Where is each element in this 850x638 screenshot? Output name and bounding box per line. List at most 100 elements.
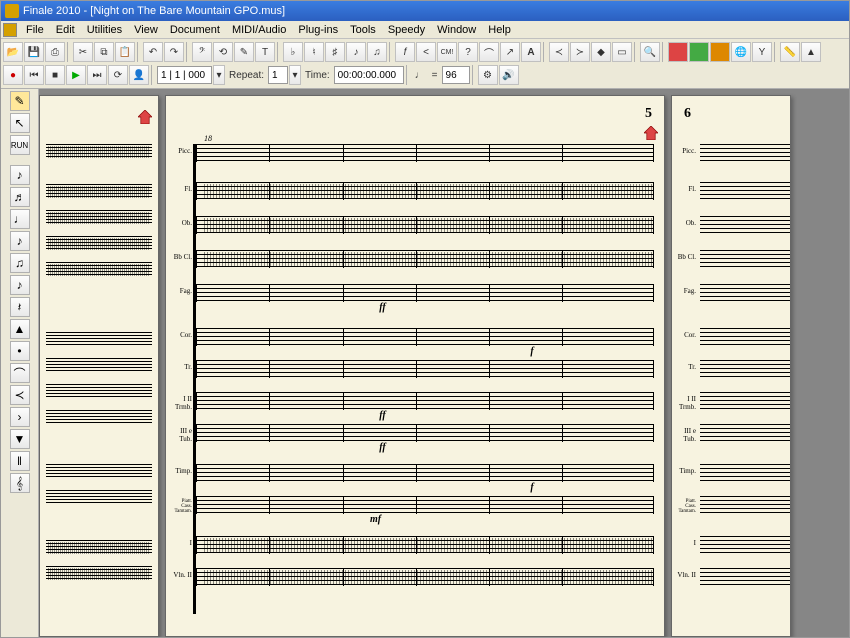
note-tool-icon[interactable]: ♪ — [346, 42, 366, 62]
palette-bar-icon[interactable]: ‖ — [10, 451, 30, 471]
palette-bullet-icon[interactable]: • — [10, 341, 30, 361]
palette-arrow-icon[interactable]: ↖ — [10, 113, 30, 133]
staff-trmb12[interactable]: I II Trmb. — [700, 392, 790, 410]
palette-accent-icon[interactable]: › — [10, 407, 30, 427]
staff-tr[interactable]: Tr. — [196, 360, 654, 378]
staff-cl[interactable]: Bb Cl. — [196, 250, 654, 268]
staff-fl[interactable]: Fl. — [700, 182, 790, 200]
counter-dropdown-icon[interactable]: ▾ — [213, 65, 225, 85]
metronome-icon[interactable]: ▲ — [801, 42, 821, 62]
repeat-field[interactable]: 1 — [268, 66, 288, 84]
score-page-right[interactable]: 6 Picc. Fl. Ob. Bb Cl. Fag. Cor. Tr. — [671, 95, 791, 637]
staff-picc[interactable]: Picc. — [196, 144, 654, 162]
fast-forward-button[interactable]: ⏭ — [87, 65, 107, 85]
menu-plugins[interactable]: Plug-ins — [292, 23, 344, 37]
playback-settings-icon[interactable]: ⚙ — [478, 65, 498, 85]
ruler-icon[interactable]: 📏 — [780, 42, 800, 62]
menu-document[interactable]: Document — [164, 23, 226, 37]
staff-picc[interactable]: Picc. — [700, 144, 790, 162]
palette-tie-icon[interactable]: ⌒ — [10, 363, 30, 383]
select-tool-icon[interactable]: ▭ — [612, 42, 632, 62]
cut-button[interactable]: ✂ — [73, 42, 93, 62]
text-tool-icon[interactable]: T — [255, 42, 275, 62]
flat-icon[interactable]: ♭ — [283, 42, 303, 62]
palette-up-icon[interactable]: ▲ — [10, 319, 30, 339]
dynamics-tool-icon[interactable]: f — [395, 42, 415, 62]
menu-utilities[interactable]: Utilities — [81, 23, 128, 37]
zoom-tool-icon[interactable]: 🔍 — [640, 42, 660, 62]
menu-file[interactable]: File — [20, 23, 50, 37]
repeat-house-icon[interactable] — [644, 126, 658, 140]
time-field[interactable]: 00:00:00.000 — [334, 66, 404, 84]
marker-icon[interactable]: ◆ — [591, 42, 611, 62]
palette-note-4-icon[interactable]: ♪ — [10, 231, 30, 251]
palette-cresc-icon[interactable]: ≺ — [10, 385, 30, 405]
palette-note-6-icon[interactable]: ♪ — [10, 275, 30, 295]
menu-tools[interactable]: Tools — [344, 23, 382, 37]
counter-field[interactable]: 1 | 1 | 000 — [157, 66, 212, 84]
palette-eighth-icon[interactable]: ♪ — [10, 165, 30, 185]
palette-clef-icon[interactable]: 𝄞 — [10, 473, 30, 493]
loop-button[interactable]: ⟳ — [108, 65, 128, 85]
palette-quarter-icon[interactable]: ♩ — [10, 209, 30, 229]
staff-tr[interactable]: Tr. — [700, 360, 790, 378]
help-tool-icon[interactable]: ? — [458, 42, 478, 62]
print-button[interactable]: ⎙ — [45, 42, 65, 62]
staff-fag[interactable]: Fag. ff — [196, 284, 654, 302]
repeat-tool-icon[interactable]: ⟲ — [213, 42, 233, 62]
staff-vln2[interactable]: Vln. II — [700, 568, 790, 586]
menu-speedy[interactable]: Speedy — [382, 23, 431, 37]
staff-cl[interactable]: Bb Cl. — [700, 250, 790, 268]
staff-fag[interactable]: Fag. — [700, 284, 790, 302]
open-button[interactable]: 📂 — [3, 42, 23, 62]
score-page-left[interactable] — [39, 95, 159, 637]
color-green-icon[interactable] — [689, 42, 709, 62]
menu-edit[interactable]: Edit — [50, 23, 81, 37]
staff-timp[interactable]: Timp. — [700, 464, 790, 482]
staff-cor[interactable]: Cor. f — [196, 328, 654, 346]
cresc-hairpin-icon[interactable]: ≺ — [549, 42, 569, 62]
color-red-icon[interactable] — [668, 42, 688, 62]
score-page-main[interactable]: 5 18 Picc. Fl. — [165, 95, 665, 637]
tuning-fork-icon[interactable]: Y — [752, 42, 772, 62]
tempo-field[interactable]: 96 — [442, 66, 470, 84]
human-playback-icon[interactable]: 👤 — [129, 65, 149, 85]
menu-midi-audio[interactable]: MIDI/Audio — [226, 23, 292, 37]
natural-icon[interactable]: ♮ — [304, 42, 324, 62]
paste-button[interactable]: 📋 — [115, 42, 135, 62]
staff-fl[interactable]: Fl. — [196, 182, 654, 200]
staff-vln1[interactable]: I — [196, 536, 654, 554]
rewind-button[interactable]: ⏮ — [24, 65, 44, 85]
redo-button[interactable]: ↷ — [164, 42, 184, 62]
cresc-tool-icon[interactable]: < — [416, 42, 436, 62]
cmi-tool-icon[interactable]: CM! — [437, 42, 457, 62]
copy-button[interactable]: ⧉ — [94, 42, 114, 62]
palette-rest-1-icon[interactable]: 𝄽 — [10, 297, 30, 317]
undo-button[interactable]: ↶ — [143, 42, 163, 62]
stop-button[interactable]: ■ — [45, 65, 65, 85]
speaker-icon[interactable]: 🔊 — [499, 65, 519, 85]
palette-rest-icon[interactable]: RUN — [10, 135, 30, 155]
note-tool-2-icon[interactable]: ♫ — [367, 42, 387, 62]
arrow-tool-icon[interactable]: ↗ — [500, 42, 520, 62]
staff-trmb3[interactable]: III e Tub. — [700, 424, 790, 442]
color-orange-icon[interactable] — [710, 42, 730, 62]
staff-perc[interactable]: Piatt. Cass. Tamtam. mf — [196, 496, 654, 514]
sharp-icon[interactable]: ♯ — [325, 42, 345, 62]
menu-view[interactable]: View — [128, 23, 164, 37]
staff-vln2[interactable]: Vln. II — [196, 568, 654, 586]
bass-clef-icon[interactable]: 𝄢 — [192, 42, 212, 62]
globe-icon[interactable]: 🌐 — [731, 42, 751, 62]
repeat-dropdown-icon[interactable]: ▾ — [289, 65, 301, 85]
staff-timp[interactable]: Timp. f — [196, 464, 654, 482]
repeat-house-icon[interactable] — [138, 110, 152, 124]
menu-help[interactable]: Help — [482, 23, 517, 37]
staff-vln1[interactable]: I — [700, 536, 790, 554]
slur-tool-icon[interactable]: ⌒ — [479, 42, 499, 62]
menu-window[interactable]: Window — [431, 23, 482, 37]
play-button[interactable]: ▶ — [66, 65, 86, 85]
text-a-icon[interactable]: A — [521, 42, 541, 62]
record-button[interactable]: ● — [3, 65, 23, 85]
palette-select-icon[interactable]: ✎ — [10, 91, 30, 111]
staff-ob[interactable]: Ob. — [700, 216, 790, 234]
